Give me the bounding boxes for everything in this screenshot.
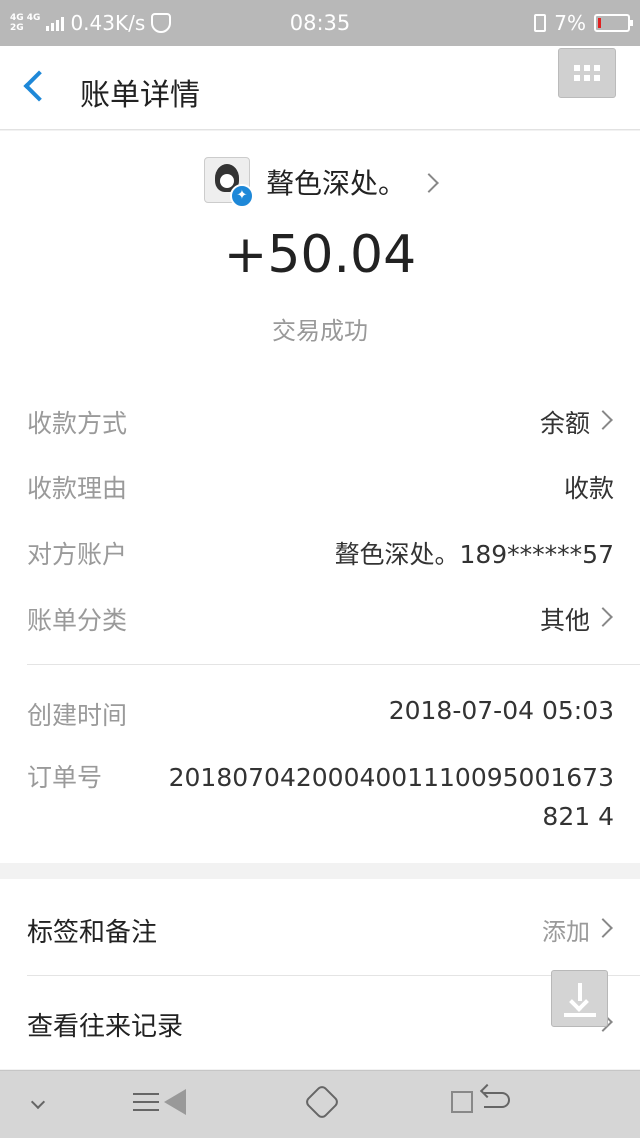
chevron-right-icon[interactable] <box>419 173 439 193</box>
network-speed: 0.43K/s <box>70 11 146 35</box>
back-triangle-icon[interactable] <box>164 1089 186 1115</box>
vibrate-icon <box>534 14 547 32</box>
menu-icon[interactable] <box>133 1093 159 1111</box>
counterparty-name[interactable]: 聱色深处。 <box>266 162 406 202</box>
system-nav-bar <box>0 1070 640 1138</box>
detail-value: 收款 <box>563 474 614 503</box>
page-title: 账单详情 <box>80 78 200 113</box>
network-type: 4G 4G 2G <box>10 13 40 33</box>
status-bar: 4G 4G 2G 0.43K/s 08:35 7% <box>0 0 640 46</box>
transaction-status: 交易成功 <box>272 317 368 345</box>
add-tag-link[interactable]: 添加 <box>542 912 590 947</box>
detail-row-category[interactable]: 账单分类 其他 <box>27 601 614 641</box>
detail-row-order-number: 订单号 2018070420004001110095001673821 4 <box>27 758 614 838</box>
detail-value: 余额 <box>539 409 590 438</box>
tags-and-notes-row[interactable]: 标签和备注 添加 <box>27 912 614 952</box>
detail-value: 其他 <box>539 606 590 635</box>
order-number: 2018070420004001110095001673821 4 <box>168 763 614 831</box>
option-label: 标签和备注 <box>27 918 158 948</box>
view-history-row[interactable]: 查看往来记录 <box>27 1006 614 1046</box>
detail-row-reason: 收款理由 收款 <box>27 469 614 509</box>
detail-row-payment-method[interactable]: 收款方式 余额 <box>27 404 614 444</box>
options-card: 标签和备注 添加 查看往来记录 <box>0 879 640 1069</box>
divider <box>27 664 640 665</box>
divider <box>27 975 640 976</box>
detail-label: 账单分类 <box>27 606 128 635</box>
chevron-right-icon <box>593 410 613 430</box>
home-icon[interactable] <box>303 1083 341 1121</box>
detail-value: 2018-07-04 05:03 <box>388 696 614 725</box>
transaction-amount: +50.04 <box>223 225 417 285</box>
option-label: 查看往来记录 <box>27 1012 184 1042</box>
status-right: 7% <box>534 11 633 35</box>
chevron-right-icon <box>593 607 613 627</box>
battery-icon <box>594 14 633 32</box>
signal-icon <box>46 15 65 31</box>
network-bottom: 2G <box>10 23 24 33</box>
detail-label: 创建时间 <box>27 701 128 730</box>
detail-label: 收款方式 <box>27 409 128 438</box>
battery-fill <box>598 18 601 28</box>
back-arrow-icon[interactable] <box>23 70 55 102</box>
chevron-right-icon <box>593 918 613 938</box>
bill-summary-card: ✦ 聱色深处。 +50.04 交易成功 收款方式 余额 收款理由 收款 对方账户… <box>0 131 640 863</box>
detail-label: 收款理由 <box>27 474 128 503</box>
battery-percent: 7% <box>554 11 586 35</box>
detail-row-account: 对方账户 聱色深处。189******57 <box>27 535 614 575</box>
detail-value: 聱色深处。189******57 <box>334 540 614 569</box>
detail-label: 对方账户 <box>27 540 128 569</box>
return-icon[interactable] <box>484 1092 510 1108</box>
status-left: 4G 4G 2G 0.43K/s <box>10 11 172 35</box>
app-header: 账单详情 <box>0 46 640 130</box>
more-menu-button[interactable] <box>558 48 616 98</box>
network-top: 4G 4G <box>10 13 41 23</box>
chevron-down-icon[interactable] <box>30 1094 46 1110</box>
detail-label: 订单号 <box>27 763 103 792</box>
detail-row-created-time: 创建时间 2018-07-04 05:03 <box>27 696 614 736</box>
download-button[interactable] <box>551 970 608 1027</box>
verified-badge-icon: ✦ <box>230 184 254 208</box>
shield-icon <box>151 13 172 33</box>
recent-apps-icon[interactable] <box>451 1091 473 1113</box>
